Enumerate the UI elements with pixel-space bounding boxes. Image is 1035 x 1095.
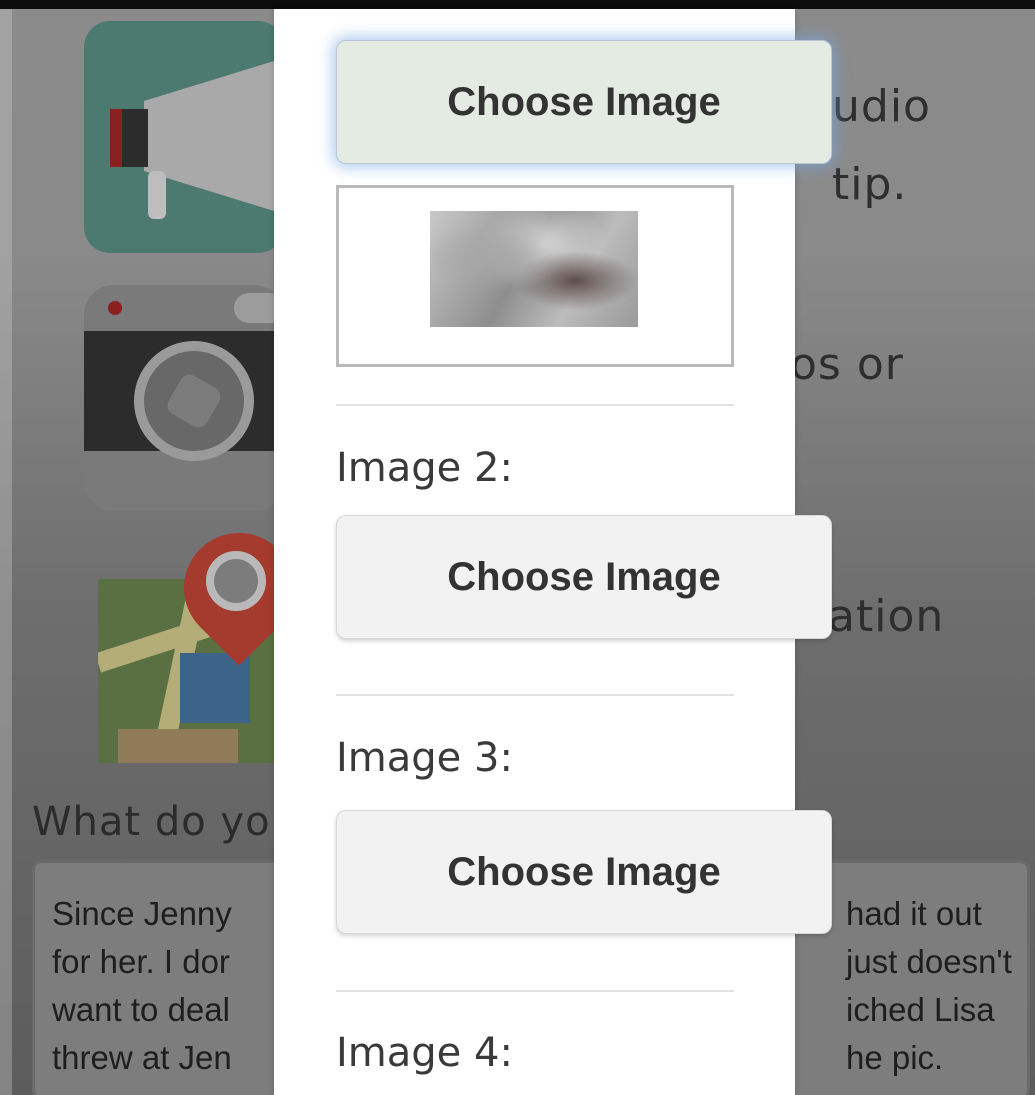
- question-label: What do yo: [32, 799, 271, 845]
- option-photo-text: os or: [790, 339, 904, 390]
- answer-text-right: had it out just doesn't iched Lisa he pi…: [846, 890, 1026, 1082]
- megaphone-icon[interactable]: [84, 21, 284, 253]
- pin-marker-hole: [206, 551, 266, 611]
- map-pin-icon[interactable]: [98, 533, 284, 763]
- camera-icon[interactable]: [84, 271, 294, 511]
- option-location-text: ation: [828, 591, 945, 642]
- map-land: [118, 729, 238, 763]
- image-3-label: Image 3:: [336, 735, 513, 781]
- answer-line: threw at Jen: [52, 1039, 232, 1076]
- option-audio-text: udio: [832, 81, 931, 132]
- answer-line: Since Jenny: [52, 895, 232, 932]
- answer-line: iched Lisa: [846, 991, 995, 1028]
- answer-line: want to deal: [52, 991, 230, 1028]
- answer-line: he pic.: [846, 1039, 944, 1076]
- answer-line: just doesn't: [846, 943, 1012, 980]
- answer-line: had it out: [846, 895, 982, 932]
- divider: [336, 404, 734, 406]
- answer-line: for her. I dor: [52, 943, 230, 980]
- page-edge: [0, 9, 12, 1095]
- status-bar: [0, 0, 1035, 9]
- divider: [336, 694, 734, 696]
- camera-flash-dot: [108, 301, 122, 315]
- image-4-label: Image 4:: [336, 1030, 513, 1076]
- divider: [336, 990, 734, 992]
- option-audio-text-2: tip.: [832, 159, 908, 210]
- image-2-label: Image 2:: [336, 445, 513, 491]
- choose-image-button-3[interactable]: Choose Image: [336, 810, 832, 934]
- choose-image-button-2[interactable]: Choose Image: [336, 515, 832, 639]
- choose-image-button-1[interactable]: Choose Image: [336, 40, 832, 164]
- image-preview-thumbnail: [430, 211, 638, 327]
